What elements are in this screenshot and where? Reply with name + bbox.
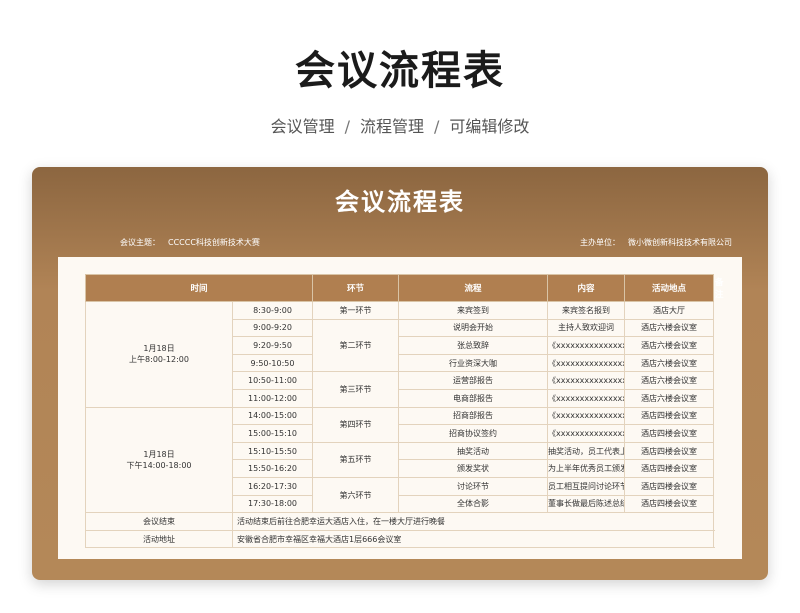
content-cell[interactable]: 来宾签名报到: [547, 301, 626, 320]
process-cell[interactable]: 运营部报告: [398, 371, 549, 390]
session-date: 1月18日: [143, 449, 175, 459]
schedule-table: 时间 环节 流程 内容 活动地点 备注 1月18日 上午8:00-12:00 8:3…: [84, 274, 724, 549]
table-row: 1月18日 上午8:00-12:00 8:30-9:00 第一环节 来宾签到 来宾签名报到…: [85, 301, 715, 408]
footer-value-cell[interactable]: 安徽省合肥市幸福区幸福大酒店1层666会议室: [231, 529, 715, 549]
process-cell[interactable]: 行业资深大咖: [398, 353, 549, 373]
process-cell[interactable]: 抽奖活动: [398, 441, 549, 461]
location-cell[interactable]: 酒店四楼会议室: [624, 424, 715, 443]
content-cell[interactable]: 《xxxxxxxxxxxxxxx》: [547, 388, 626, 408]
time-cell[interactable]: 16:20-17:30: [231, 476, 314, 496]
host-unit: 主办单位： 微小微创新科技技术有限公司: [580, 237, 732, 248]
time-cell[interactable]: 11:00-12:00: [231, 388, 314, 408]
schedule-sheet: 时间 环节 流程 内容 活动地点 备注 1月18日 上午8:00-12:00 8:3…: [58, 257, 742, 559]
meeting-theme: 会议主题： CCCCC科技创新技术大赛: [120, 237, 260, 248]
location-cell[interactable]: 酒店六楼会议室: [624, 353, 715, 373]
session-cell[interactable]: 1月18日 下午14:00-18:00: [85, 406, 233, 514]
process-cell[interactable]: 招商协议签约: [398, 424, 549, 443]
time-cell[interactable]: 15:10-15:50: [231, 441, 314, 461]
stage-cell[interactable]: 第二环节: [312, 318, 400, 373]
table-header-row: 时间 环节 流程 内容 活动地点 备注: [84, 274, 724, 302]
breadcrumb-item-process-management[interactable]: 流程管理: [360, 117, 424, 136]
process-cell[interactable]: 颁发奖状: [398, 459, 549, 478]
process-cell[interactable]: 来宾签到: [398, 301, 549, 320]
breadcrumb-item-editable[interactable]: 可编辑修改: [449, 117, 529, 136]
content-cell[interactable]: 《xxxxxxxxxxxxxxx》: [547, 371, 626, 390]
time-cell[interactable]: 9:20-9:50: [231, 336, 314, 355]
content-cell[interactable]: 抽奖活动，员工代表上台致辞: [547, 441, 626, 461]
breadcrumb-separator: /: [344, 117, 350, 136]
session-period: 上午8:00-12:00: [129, 355, 189, 365]
stage-cell[interactable]: 第四环节: [312, 406, 400, 443]
session-date: 1月18日: [143, 344, 175, 354]
card-title: 会议流程表: [335, 188, 465, 216]
time-cell[interactable]: 14:00-15:00: [231, 406, 314, 426]
location-cell[interactable]: 酒店四楼会议室: [624, 406, 715, 426]
stage-cell[interactable]: 第三环节: [312, 371, 400, 408]
footer-label-cell[interactable]: 会议结束: [85, 512, 233, 531]
time-cell[interactable]: 9:50-10:50: [231, 353, 314, 373]
breadcrumb: 会议管理 / 流程管理 / 可编辑修改: [0, 113, 800, 137]
stage-cell[interactable]: 第一环节: [312, 301, 400, 320]
process-cell[interactable]: 招商部报告: [398, 406, 549, 426]
time-cell[interactable]: 17:30-18:00: [231, 494, 314, 514]
content-cell[interactable]: 员工相互提问讨论环节: [547, 476, 626, 496]
header-location: 活动地点: [624, 274, 715, 302]
table-row: 1月18日 下午14:00-18:00 14:00-15:00 第四环节 招商部报告 《x…: [85, 406, 715, 514]
content-cell[interactable]: 董事长做最后陈述总结，全体合影: [547, 494, 626, 514]
location-cell[interactable]: 酒店四楼会议室: [624, 476, 715, 496]
table-footer-row: 活动地址 安徽省合肥市幸福区幸福大酒店1层666会议室: [85, 529, 715, 549]
header-content: 内容: [547, 274, 626, 302]
location-cell[interactable]: 酒店四楼会议室: [624, 494, 715, 514]
location-cell[interactable]: 酒店六楼会议室: [624, 388, 715, 408]
footer-value-cell[interactable]: 活动结束后前往合肥幸运大酒店入住，在一楼大厅进行晚餐: [231, 512, 715, 531]
header-stage: 环节: [312, 274, 400, 302]
schedule-body: 1月18日 上午8:00-12:00 8:30-9:00 第一环节 来宾签到 来宾签名报到…: [85, 301, 715, 549]
theme-value: CCCCC科技创新技术大赛: [168, 238, 260, 247]
host-label: 主办单位：: [580, 238, 620, 247]
content-cell[interactable]: 《xxxxxxxxxxxxxxx》: [547, 353, 626, 373]
header-process: 流程: [398, 274, 549, 302]
session-cell[interactable]: 1月18日 上午8:00-12:00: [85, 301, 233, 408]
page-title: 会议流程表: [295, 48, 505, 94]
content-cell[interactable]: 主持人致欢迎词: [547, 318, 626, 338]
content-cell[interactable]: 《xxxxxxxxxxxxxxx》: [547, 406, 626, 426]
time-cell[interactable]: 9:00-9:20: [231, 318, 314, 338]
theme-label: 会议主题：: [120, 238, 160, 247]
location-cell[interactable]: 酒店六楼会议室: [624, 336, 715, 355]
stage-cell[interactable]: 第五环节: [312, 441, 400, 478]
breadcrumb-item-meeting-management[interactable]: 会议管理: [271, 117, 335, 136]
location-cell[interactable]: 酒店四楼会议室: [624, 459, 715, 478]
location-cell[interactable]: 酒店大厅: [624, 301, 715, 320]
content-cell[interactable]: 为上半年优秀员工颁发奖状: [547, 459, 626, 478]
process-cell[interactable]: 说明会开始: [398, 318, 549, 338]
breadcrumb-separator: /: [434, 117, 440, 136]
time-cell[interactable]: 8:30-9:00: [231, 301, 314, 320]
time-cell[interactable]: 15:00-15:10: [231, 424, 314, 443]
table-footer-row: 会议结束 活动结束后前往合肥幸运大酒店入住，在一楼大厅进行晚餐: [85, 512, 715, 531]
time-cell[interactable]: 15:50-16:20: [231, 459, 314, 478]
footer-label-cell[interactable]: 活动地址: [85, 529, 233, 549]
location-cell[interactable]: 酒店六楼会议室: [624, 371, 715, 390]
content-cell[interactable]: 《xxxxxxxxxxxxxxx》: [547, 336, 626, 355]
time-cell[interactable]: 10:50-11:00: [231, 371, 314, 390]
location-cell[interactable]: 酒店四楼会议室: [624, 441, 715, 461]
schedule-card: 会议流程表 会议主题： CCCCC科技创新技术大赛 主办单位： 微小微创新科技技术有…: [32, 167, 768, 580]
process-cell[interactable]: 张总致辞: [398, 336, 549, 355]
location-cell[interactable]: 酒店六楼会议室: [624, 318, 715, 338]
content-cell[interactable]: 《xxxxxxxxxxxxxxx》: [547, 424, 626, 443]
process-cell[interactable]: 讨论环节: [398, 476, 549, 496]
session-period: 下午14:00-18:00: [126, 460, 192, 470]
process-cell[interactable]: 电商部报告: [398, 388, 549, 408]
host-value: 微小微创新科技技术有限公司: [628, 238, 732, 247]
process-cell[interactable]: 全体合影: [398, 494, 549, 514]
stage-cell[interactable]: 第六环节: [312, 476, 400, 514]
header-time: 时间: [84, 274, 314, 302]
